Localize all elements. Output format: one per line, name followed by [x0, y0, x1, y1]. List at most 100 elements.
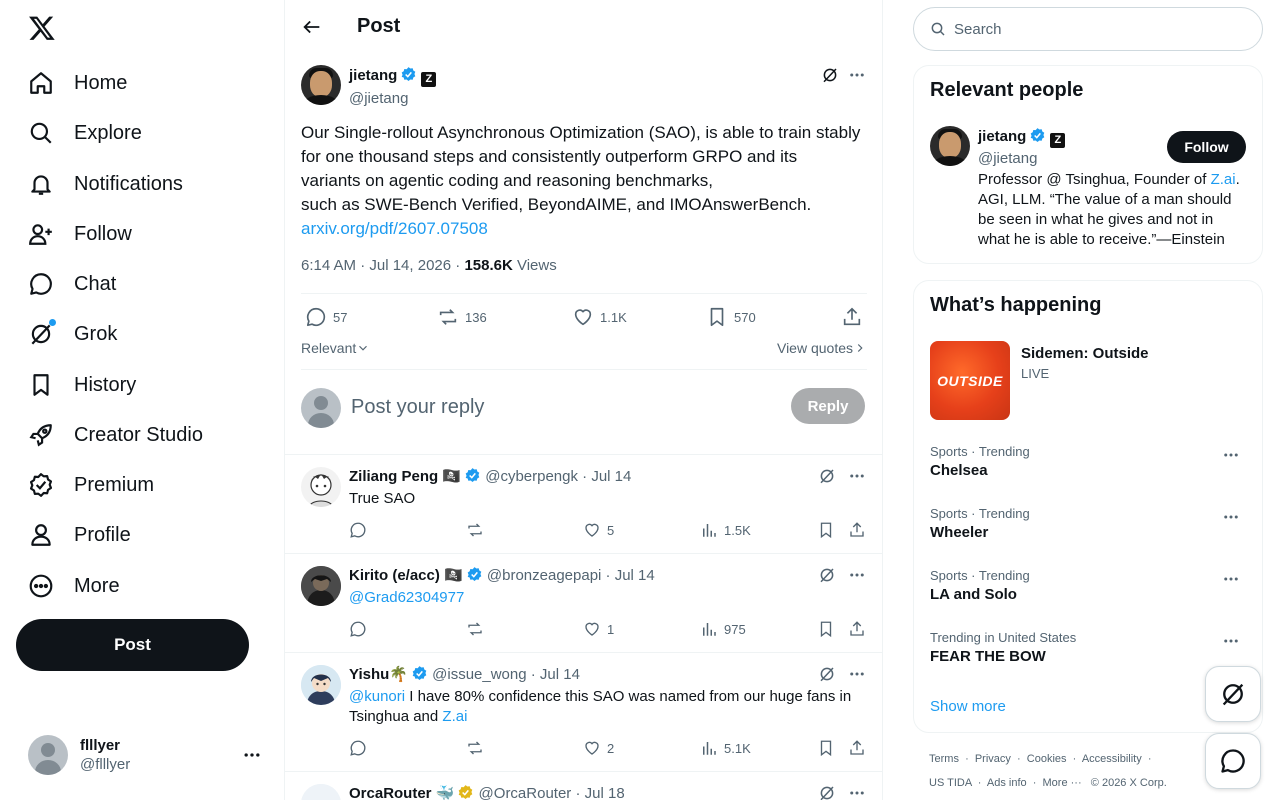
bookmark-button[interactable] — [817, 739, 835, 757]
reply-author-handle[interactable]: @cyberpengk — [485, 468, 578, 485]
event-thumbnail[interactable]: OUTSIDE — [930, 341, 1010, 420]
reply-author-handle[interactable]: @OrcaRouter — [479, 785, 572, 800]
reply-avatar[interactable] — [301, 784, 341, 800]
trend-item[interactable]: Sports · Trending LA and Solo — [930, 568, 1248, 603]
reply-author-handle[interactable]: @issue_wong — [432, 666, 526, 683]
more-dots-icon[interactable] — [1222, 632, 1240, 650]
trend-item[interactable]: Sports · Trending Wheeler — [930, 506, 1248, 541]
post-link[interactable]: arxiv.org/pdf/2607.07508 — [301, 217, 861, 241]
search-bar[interactable]: Search — [913, 7, 1263, 51]
reply-author-name[interactable]: Kirito (e/acc) — [349, 567, 440, 584]
nav-more[interactable]: More — [16, 562, 132, 610]
reply-avatar[interactable] — [301, 665, 341, 705]
more-dots-icon[interactable] — [848, 66, 866, 84]
trend-name: FEAR THE BOW — [930, 648, 1046, 665]
bookmark-button[interactable] — [817, 521, 835, 539]
author-name[interactable]: jietang — [349, 67, 397, 84]
reply-button[interactable] — [349, 521, 367, 539]
share-button[interactable] — [841, 306, 863, 328]
like-button[interactable]: 2 — [583, 739, 614, 757]
author-avatar[interactable] — [301, 65, 341, 105]
nav-profile[interactable]: Profile — [16, 511, 143, 559]
footer-link[interactable]: Accessibility — [1082, 753, 1142, 765]
reply-button[interactable] — [349, 620, 367, 638]
reply-item[interactable]: Yishu🌴 @issue_wong · Jul 14 @kunori I ha… — [285, 653, 882, 771]
reply-avatar[interactable] — [301, 467, 341, 507]
footer-link[interactable]: Terms — [929, 753, 959, 765]
reply-button[interactable]: 57 — [305, 306, 347, 328]
messages-fab-button[interactable] — [1205, 733, 1261, 789]
repost-button[interactable] — [466, 739, 484, 757]
reply-button[interactable] — [349, 739, 367, 757]
reply-mention[interactable]: @Grad62304977 — [349, 588, 864, 608]
reply-author-name[interactable]: Yishu🌴 — [349, 666, 408, 683]
nav-chat[interactable]: Chat — [16, 260, 128, 308]
featured-event[interactable]: Sidemen: Outside LIVE — [1021, 345, 1149, 381]
reply-item[interactable]: Kirito (e/acc) 🏴‍☠️ @bronzeagepapi · Jul… — [285, 554, 882, 652]
nav-history[interactable]: History — [16, 361, 148, 409]
reply-item[interactable]: OrcaRouter 🐳 @OrcaRouter · Jul 18 — [285, 772, 882, 800]
reply-date[interactable]: · Jul 14 — [531, 666, 580, 683]
share-button[interactable] — [848, 739, 866, 757]
nav-follow[interactable]: Follow — [16, 210, 144, 258]
repost-button[interactable] — [466, 620, 484, 638]
more-dots-icon[interactable] — [1222, 508, 1240, 526]
x-logo-icon[interactable] — [28, 14, 56, 42]
reply-input[interactable]: Post your reply — [351, 396, 484, 419]
reply-item[interactable]: Ziliang Peng 🏴‍☠️ @cyberpengk · Jul 14 T… — [285, 455, 882, 553]
reply-author-handle[interactable]: @bronzeagepapi — [487, 567, 601, 584]
grok-icon[interactable] — [821, 66, 839, 84]
post-timestamp[interactable]: 6:14 AM · Jul 14, 2026 · — [301, 257, 464, 274]
like-button[interactable]: 5 — [583, 521, 614, 539]
search-input[interactable]: Search — [954, 21, 1002, 38]
more-dots-icon[interactable] — [1222, 570, 1240, 588]
person-avatar[interactable] — [930, 126, 970, 166]
nav-premium[interactable]: Premium — [16, 461, 166, 509]
footer-link[interactable]: Ads info — [987, 777, 1027, 789]
footer-link[interactable]: Cookies — [1027, 753, 1067, 765]
grok-fab-button[interactable] — [1205, 666, 1261, 722]
nav-creator-studio[interactable]: Creator Studio — [16, 411, 215, 459]
reply-avatar[interactable] — [301, 566, 341, 606]
repost-button[interactable] — [466, 521, 484, 539]
reply-mention[interactable]: @kunori — [349, 688, 405, 705]
more-dots-icon[interactable] — [242, 745, 262, 765]
trend-item[interactable]: Trending in United States FEAR THE BOW — [930, 630, 1248, 665]
nav-home[interactable]: Home — [16, 59, 139, 107]
view-quotes-link[interactable]: View quotes — [777, 340, 867, 356]
footer-link[interactable]: US TIDA — [929, 777, 972, 789]
footer-link[interactable]: Privacy — [975, 753, 1011, 765]
bookmark-button[interactable]: 570 — [706, 306, 756, 328]
footer-link[interactable]: More ··· — [1043, 777, 1082, 789]
account-switcher[interactable]: flllyer @flllyer — [16, 727, 272, 783]
follow-button[interactable]: Follow — [1167, 131, 1246, 163]
avatar — [301, 388, 341, 428]
bio-link[interactable]: Z.ai — [1211, 171, 1236, 188]
views-button[interactable]: 5.1K — [700, 739, 751, 757]
more-dots-icon[interactable] — [1222, 446, 1240, 464]
nav-explore[interactable]: Explore — [16, 109, 154, 157]
trend-item[interactable]: Sports · Trending Chelsea — [930, 444, 1248, 479]
post-button[interactable]: Post — [16, 619, 249, 671]
views-button[interactable]: 975 — [700, 620, 746, 638]
repost-button[interactable]: 136 — [437, 306, 487, 328]
share-button[interactable] — [848, 521, 866, 539]
reply-link[interactable]: Z.ai — [442, 708, 467, 725]
bookmark-button[interactable] — [817, 620, 835, 638]
reply-submit-button[interactable]: Reply — [791, 388, 865, 424]
like-button[interactable]: 1.1K — [572, 306, 627, 328]
reply-date[interactable]: · Jul 14 — [606, 567, 655, 584]
show-more-link[interactable]: Show more — [930, 698, 1006, 715]
like-button[interactable]: 1 — [583, 620, 614, 638]
nav-grok[interactable]: Grok — [16, 310, 129, 358]
person-name[interactable]: jietang — [978, 128, 1026, 145]
reply-date[interactable]: · Jul 18 — [575, 785, 624, 800]
views-button[interactable]: 1.5K — [700, 521, 751, 539]
back-arrow-icon[interactable] — [301, 16, 323, 38]
nav-notifications[interactable]: Notifications — [16, 160, 195, 208]
reply-author-name[interactable]: OrcaRouter 🐳 — [349, 785, 454, 800]
share-button[interactable] — [848, 620, 866, 638]
sort-dropdown[interactable]: Relevant — [301, 340, 370, 356]
reply-date[interactable]: · Jul 14 — [582, 468, 631, 485]
reply-author-name[interactable]: Ziliang Peng — [349, 468, 438, 485]
